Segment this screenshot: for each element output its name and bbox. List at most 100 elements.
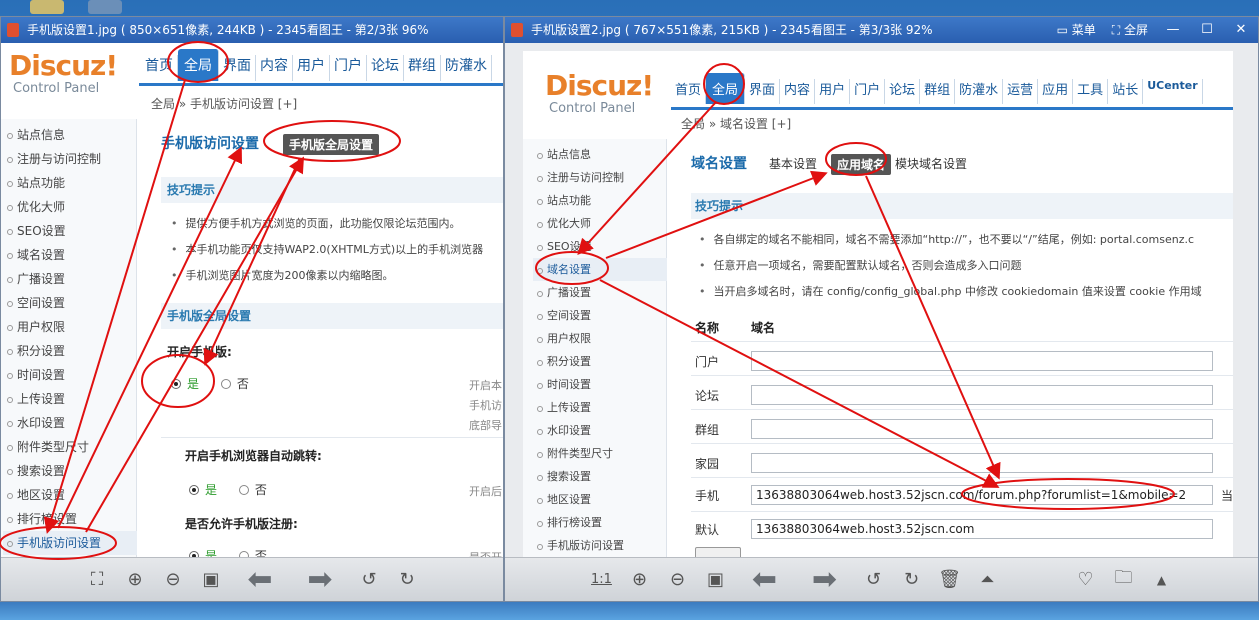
sidebar-item[interactable]: 附件类型尺寸 [3,435,137,459]
sidebar-item[interactable]: 排行榜设置 [3,507,137,531]
nav-item[interactable]: 应用 [1038,79,1074,104]
sidebar-item[interactable]: 搜索设置 [3,459,137,483]
nav-item[interactable]: 用户 [815,79,851,104]
zoom-in-icon[interactable]: ⊕ [621,569,659,590]
nav-item-global[interactable]: 全局 [178,49,219,81]
heart-icon[interactable]: ♡ [1067,569,1105,590]
sidebar-item[interactable]: 站点信息 [3,123,137,147]
domain-input-mobile[interactable]: 13638803064web.host3.52jscn.com/forum.ph… [751,485,1213,505]
sidebar-item[interactable]: SEO设置 [3,219,137,243]
nav-item[interactable]: 界面 [745,79,781,104]
nav-item[interactable]: 内容 [256,55,293,81]
up-icon[interactable]: ⏶ [969,569,1007,590]
maximize-icon[interactable]: ☐ [1190,17,1224,43]
prev-arrow-icon[interactable]: ⬅ [230,562,290,597]
prev-arrow-icon[interactable]: ⬅ [735,562,795,597]
radio-yes[interactable] [189,485,199,495]
actual-size-button[interactable]: 1:1 [583,572,621,587]
rotate-right-icon[interactable]: ↻ [388,569,426,590]
sidebar-item[interactable]: 优化大师 [533,212,667,235]
sidebar-item[interactable]: 注册与访问控制 [3,147,137,171]
nav-item[interactable]: 运营 [1003,79,1039,104]
rotate-left-icon[interactable]: ↺ [855,569,893,590]
domain-input-default[interactable]: 13638803064web.host3.52jscn.com [751,519,1213,539]
slideshow-icon[interactable]: ▣ [697,569,735,590]
sidebar-item[interactable]: 站点功能 [3,171,137,195]
domain-input-forum[interactable] [751,385,1213,405]
nav-item[interactable]: 论坛 [885,79,921,104]
sidebar-item[interactable]: 附件类型尺寸 [533,442,667,465]
sidebar-item[interactable]: 排行榜设置 [533,511,667,534]
sidebar-item[interactable]: SEO设置 [533,235,667,258]
left-titlebar[interactable]: 手机版设置1.jpg ( 850×651像素, 244KB ) - 2345看图… [1,17,503,43]
tab-mobile-global[interactable]: 手机版全局设置 [283,134,380,155]
nav-item[interactable]: 首页 [141,55,178,81]
sidebar-item[interactable]: 水印设置 [533,419,667,442]
sidebar-item[interactable]: 优化大师 [3,195,137,219]
folder-icon[interactable]: 🗀 [1105,565,1143,595]
domain-input-portal[interactable] [751,351,1213,371]
tab-module-domain[interactable]: 模块域名设置 [895,155,967,172]
desktop-icon[interactable] [88,0,122,14]
rotate-left-icon[interactable]: ↺ [350,569,388,590]
close-icon[interactable]: ✕ [1224,17,1258,43]
nav-item[interactable]: 门户 [330,55,367,81]
sidebar-item[interactable]: 站点信息 [533,143,667,166]
sidebar-item[interactable]: 注册与访问控制 [533,166,667,189]
sidebar-item[interactable]: 广播设置 [3,267,137,291]
sidebar-item[interactable]: 地区设置 [533,488,667,511]
zoom-in-icon[interactable]: ⊕ [116,569,154,590]
sidebar-item[interactable]: 地区设置 [3,483,137,507]
tab-basic-settings[interactable]: 基本设置 [769,155,817,172]
collapse-icon[interactable]: ▲ [1143,573,1181,587]
sidebar-item[interactable]: 积分设置 [3,339,137,363]
sidebar-item[interactable]: 时间设置 [3,363,137,387]
right-titlebar[interactable]: 手机版设置2.jpg ( 767×551像素, 215KB ) - 2345看图… [505,17,1258,43]
nav-item[interactable]: 用户 [293,55,330,81]
sidebar-item[interactable]: 空间设置 [3,291,137,315]
nav-item[interactable]: 站长 [1108,79,1144,104]
tab-app-domain[interactable]: 应用域名 [831,154,892,175]
nav-item-global[interactable]: 全局 [706,73,746,104]
sidebar-item-mobile-access[interactable]: 手机版访问设置 [3,531,137,555]
delete-icon[interactable]: 🗑 [931,569,969,590]
sidebar-item[interactable]: 域名设置 [3,243,137,267]
sidebar-item[interactable]: 手机版访问设置 [533,534,667,557]
sidebar-item[interactable]: 用户权限 [3,315,137,339]
desktop-icon[interactable] [30,0,64,14]
slideshow-icon[interactable]: ▣ [192,569,230,590]
sidebar-item[interactable]: 上传设置 [3,387,137,411]
zoom-out-icon[interactable]: ⊖ [154,569,192,590]
next-arrow-icon[interactable]: ➡ [795,562,855,597]
sidebar-item[interactable]: 空间设置 [533,304,667,327]
nav-item[interactable]: 防灌水 [955,79,1004,104]
sidebar-item[interactable]: 用户权限 [533,327,667,350]
fit-icon[interactable]: ⛶ [78,569,116,590]
nav-item[interactable]: 群组 [920,79,956,104]
radio-yes[interactable] [171,379,181,389]
sidebar-item-domain[interactable]: 域名设置 [533,258,667,281]
menu-button[interactable]: ▭ 菜单 [1049,17,1104,43]
sidebar-item[interactable]: 积分设置 [533,350,667,373]
nav-item[interactable]: 界面 [219,55,256,81]
nav-item[interactable]: 论坛 [367,55,404,81]
nav-item[interactable]: 工具 [1073,79,1109,104]
radio-no[interactable] [220,379,231,389]
sidebar-item[interactable]: 水印设置 [3,411,137,435]
sidebar-item[interactable]: 时间设置 [533,373,667,396]
domain-input-home[interactable] [751,453,1213,473]
sidebar-item[interactable]: 站点功能 [533,189,667,212]
next-arrow-icon[interactable]: ➡ [290,562,350,597]
sidebar-item[interactable]: 搜索设置 [533,465,667,488]
sidebar-item[interactable]: 上传设置 [533,396,667,419]
rotate-right-icon[interactable]: ↻ [893,569,931,590]
sidebar-item[interactable]: 广播设置 [533,281,667,304]
nav-item[interactable]: 群组 [404,55,441,81]
nav-item[interactable]: UCenter [1143,79,1203,104]
nav-item[interactable]: 门户 [850,79,886,104]
nav-item[interactable]: 首页 [671,79,707,104]
minimize-icon[interactable]: — [1156,17,1190,43]
radio-no[interactable] [238,485,249,495]
nav-item[interactable]: 防灌水 [441,55,492,81]
nav-item[interactable]: 内容 [780,79,816,104]
